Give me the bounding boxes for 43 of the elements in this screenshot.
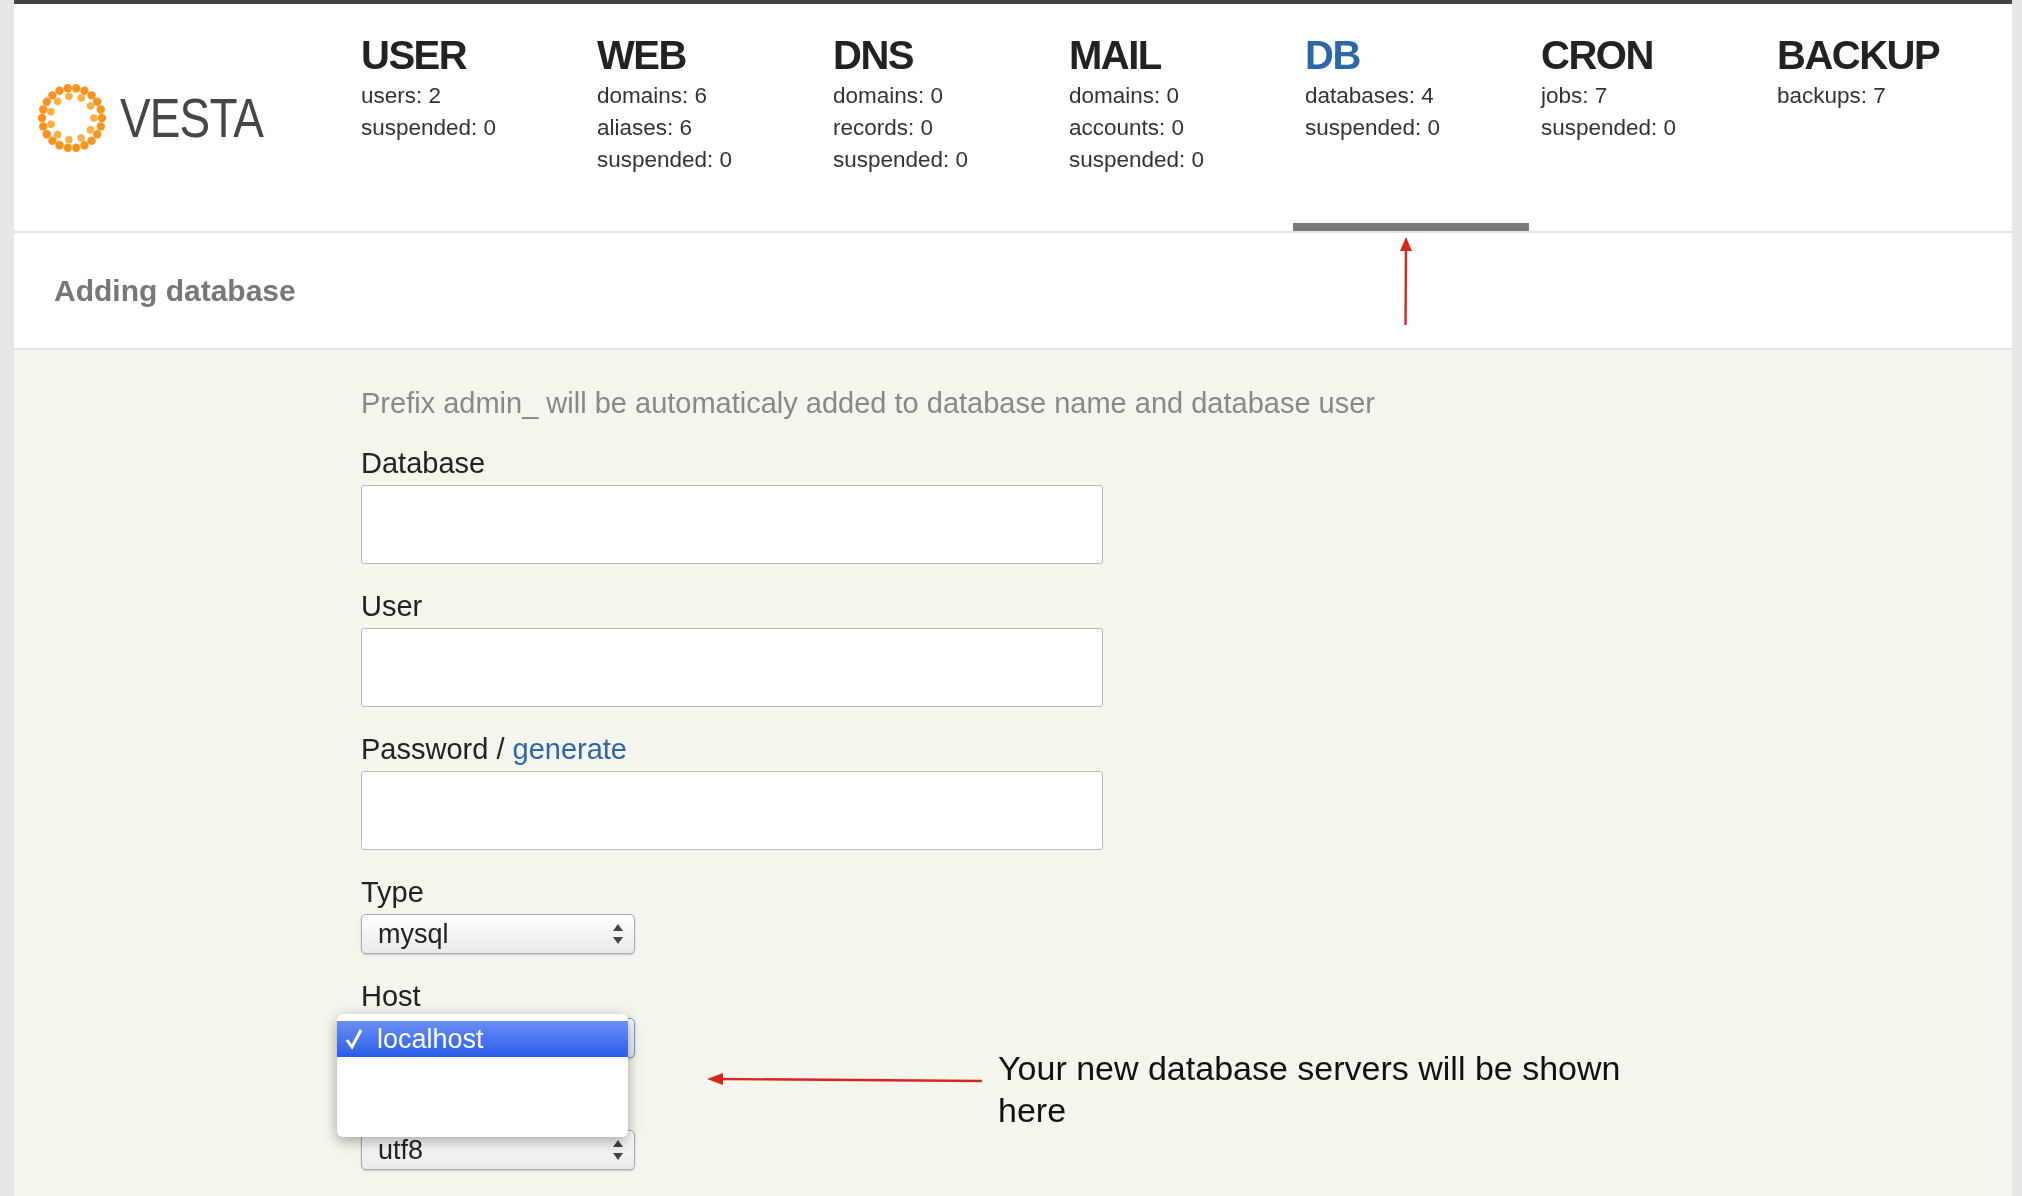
updown-arrows-icon (612, 923, 624, 945)
stat-text: records: 0 (833, 114, 934, 142)
stat-text: domains: 6 (597, 82, 708, 110)
nav-tab[interactable]: CRON (1541, 32, 1653, 78)
arrow-icon (707, 1072, 983, 1088)
stat-text: accounts: 0 (1069, 114, 1185, 142)
stat-text: users: 2 (361, 82, 442, 110)
field-label: Host (361, 979, 421, 1014)
stat-text: suspended: 0 (1305, 114, 1441, 142)
input-field[interactable] (361, 485, 1103, 564)
input-field[interactable] (361, 771, 1103, 850)
field-label: Type (361, 875, 424, 910)
dropdown-option[interactable]: localhost (337, 1021, 628, 1057)
updown-arrows-icon (612, 1139, 624, 1161)
stat-text: suspended: 0 (1541, 114, 1677, 142)
annotation-text: Your new database servers will be shown here (998, 1048, 1622, 1131)
stat-text: backups: 7 (1777, 82, 1886, 110)
nav-tab[interactable]: WEB (597, 32, 686, 78)
input-field[interactable] (361, 628, 1103, 707)
generate-link[interactable]: generate (512, 733, 627, 765)
field-label: Database (361, 446, 486, 481)
stat-text: suspended: 0 (361, 114, 497, 142)
stat-text: domains: 0 (833, 82, 944, 110)
stat-text: suspended: 0 (833, 146, 969, 174)
check-icon (345, 1028, 363, 1050)
field-label: User (361, 589, 423, 624)
nav-tab[interactable]: USER (361, 32, 467, 78)
nav-tab[interactable]: BACKUP (1777, 32, 1940, 78)
stat-text: suspended: 0 (1069, 146, 1205, 174)
stat-text: aliases: 6 (597, 114, 693, 142)
page-title: Adding database (54, 273, 296, 308)
stat-text: suspended: 0 (597, 146, 733, 174)
hint-text: Prefix admin_ will be automaticaly added to database name and database user (361, 386, 1376, 421)
stat-text: databases: 4 (1305, 82, 1434, 110)
nav-tab[interactable]: MAIL (1069, 32, 1161, 78)
field-label: Password / generate (361, 732, 627, 767)
logo-text: VESTA (120, 85, 264, 150)
nav-tab[interactable]: DNS (833, 32, 913, 78)
stat-text: jobs: 7 (1541, 82, 1608, 110)
select-field[interactable]: mysql (361, 914, 635, 954)
stat-text: domains: 0 (1069, 82, 1180, 110)
arrow-icon (1398, 237, 1414, 327)
nav-tab[interactable]: DB (1305, 32, 1360, 78)
